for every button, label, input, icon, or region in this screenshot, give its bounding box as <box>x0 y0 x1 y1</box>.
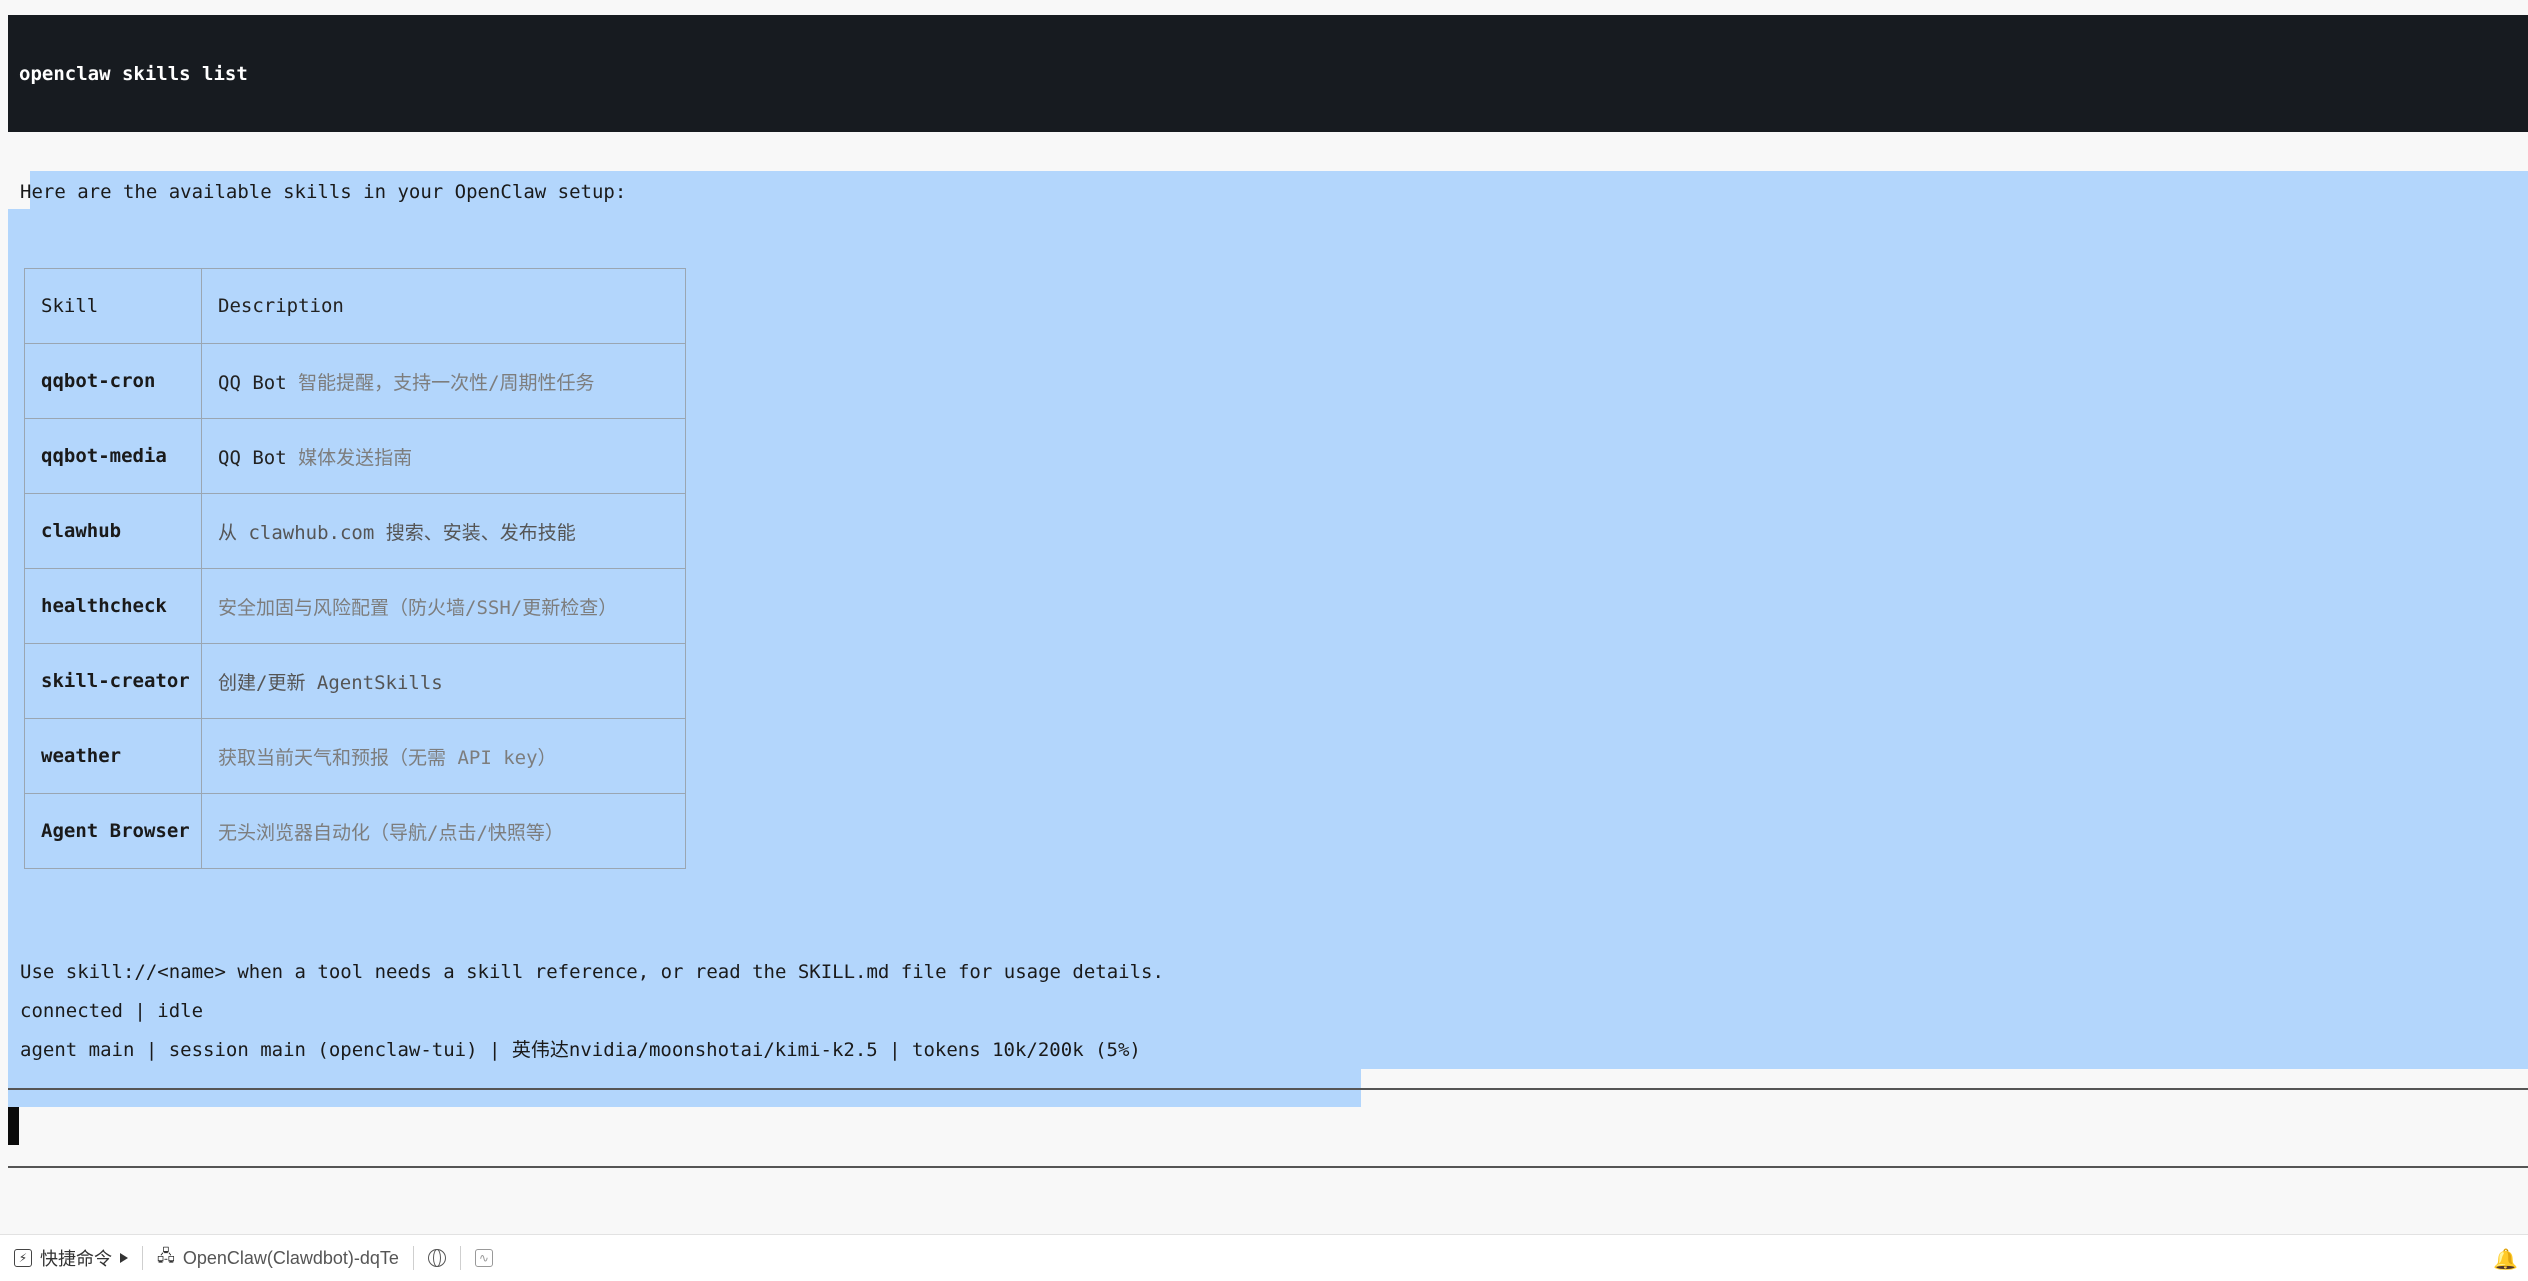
table-row: weather 获取当前天气和预报（无需 API key） <box>24 718 686 794</box>
quick-commands-button[interactable]: ⚡ 快捷命令 <box>0 1235 142 1281</box>
network-button[interactable] <box>414 1235 460 1281</box>
skill-name: Agent Browser <box>24 793 202 869</box>
lightning-icon: ⚡ <box>14 1249 32 1267</box>
table-header-description: Description <box>201 268 686 344</box>
table-header-skill: Skill <box>24 268 202 344</box>
description-prefix: QQ Bot <box>218 371 299 394</box>
connection-status: connected | idle <box>20 1000 204 1022</box>
command-line: openclaw skills list <box>8 15 2528 132</box>
description-text: 无头浏览器自动化（导航/点击/快照等） <box>218 821 564 844</box>
session-name: OpenClaw(Clawdbot)-dqTe <box>182 1247 399 1268</box>
agent-session-info: agent main | session main (openclaw-tui)… <box>20 1039 1141 1061</box>
skill-description: 无头浏览器自动化（导航/点击/快照等） <box>201 793 686 869</box>
description-text: 安全加固与风险配置（防火墙/SSH/更新检查） <box>218 596 618 619</box>
skill-name: healthcheck <box>24 568 202 644</box>
table-header-row: Skill Description <box>24 268 686 344</box>
skill-description: QQ Bot 媒体发送指南 <box>201 418 686 494</box>
table-row: clawhub 从 clawhub.com 搜索、安装、发布技能 <box>24 493 686 569</box>
description-prefix: QQ Bot <box>218 446 299 469</box>
skill-description: 创建/更新 AgentSkills <box>201 643 686 719</box>
description-text: 从 clawhub.com 搜索、安装、发布技能 <box>218 521 576 544</box>
monitor-button[interactable]: ∿ <box>461 1235 507 1281</box>
skill-name: clawhub <box>24 493 202 569</box>
table-row: skill-creator 创建/更新 AgentSkills <box>24 643 686 719</box>
skill-description: 从 clawhub.com 搜索、安装、发布技能 <box>201 493 686 569</box>
bell-icon[interactable]: 🔔 <box>2493 1247 2518 1272</box>
bottom-taskbar: ⚡ 快捷命令 🖧 OpenClaw(Clawdbot)-dqTe ∿ 🔔 <box>0 1234 2528 1281</box>
skills-table: Skill Description qqbot-cron QQ Bot 智能提醒… <box>24 268 686 869</box>
command-text: openclaw skills list <box>19 62 248 85</box>
skill-name: skill-creator <box>24 643 202 719</box>
session-tab[interactable]: 🖧 OpenClaw(Clawdbot)-dqTe <box>143 1235 413 1281</box>
play-arrow-icon[interactable] <box>120 1253 128 1263</box>
intro-text: Here are the available skills in your Op… <box>20 181 627 203</box>
terminal-window[interactable]: openclaw skills list Here are the availa… <box>8 0 2528 1235</box>
table-row: healthcheck 安全加固与风险配置（防火墙/SSH/更新检查） <box>24 568 686 644</box>
description-text: 智能提醒，支持一次性/周期性任务 <box>298 371 595 394</box>
input-cursor[interactable] <box>8 1107 19 1145</box>
skill-description: 获取当前天气和预报（无需 API key） <box>201 718 686 794</box>
monitor-chart-icon: ∿ <box>474 1249 493 1267</box>
skill-description: QQ Bot 智能提醒，支持一次性/周期性任务 <box>201 343 686 419</box>
description-text: 媒体发送指南 <box>298 446 413 469</box>
input-top-divider <box>8 1088 2528 1090</box>
table-row: qqbot-cron QQ Bot 智能提醒，支持一次性/周期性任务 <box>24 343 686 419</box>
skill-name: weather <box>24 718 202 794</box>
skill-description: 安全加固与风险配置（防火墙/SSH/更新检查） <box>201 568 686 644</box>
server-icon: 🖧 <box>157 1247 175 1265</box>
table-row: Agent Browser 无头浏览器自动化（导航/点击/快照等） <box>24 793 686 869</box>
skill-name: qqbot-media <box>24 418 202 494</box>
usage-note: Use skill://<name> when a tool needs a s… <box>20 961 1164 983</box>
description-text: 获取当前天气和预报（无需 API key） <box>218 746 557 769</box>
globe-icon <box>427 1249 446 1267</box>
table-row: qqbot-media QQ Bot 媒体发送指南 <box>24 418 686 494</box>
skill-name: qqbot-cron <box>24 343 202 419</box>
description-text: 创建/更新 AgentSkills <box>218 671 443 694</box>
quick-commands-label: 快捷命令 <box>40 1249 112 1269</box>
input-bottom-divider <box>8 1166 2528 1168</box>
